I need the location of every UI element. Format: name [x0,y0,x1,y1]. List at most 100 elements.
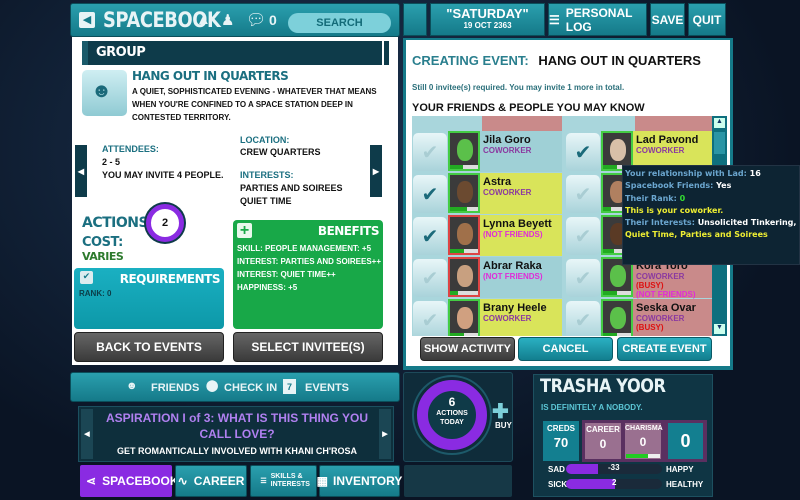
list-icon: ☰ [260,478,267,485]
invite-checkbox[interactable]: ✔ [413,259,447,297]
benefits-list: SKILL: PEOPLE MANAGEMENT: +5 INTEREST: P… [237,242,381,294]
attendees-value: 2 - 5 [102,157,121,167]
friend-avatar[interactable] [448,215,480,255]
friend-row[interactable]: ✔ Jila Goro COWORKER [412,131,562,172]
friends-icon: ☻ [126,380,138,392]
friend-status: COWORKER [483,314,559,323]
friend-name: Jila Goro [483,134,531,146]
select-invitees-button[interactable]: SELECT INVITEE(S) [233,332,383,362]
aspiration-goal: GET ROMANTICALLY INVOLVED WITH KHANI CH'… [117,446,357,456]
career-path-icon: ∿ [177,474,188,488]
mood-bar: -33 [566,464,662,474]
interests-label: INTERESTS: [240,170,294,180]
next-aspiration-button[interactable]: ▶ [379,409,391,459]
invite-checkbox[interactable]: ✔ [413,133,447,171]
location-value: CREW QUARTERS [240,147,321,157]
friend-avatar[interactable] [448,173,480,213]
back-to-events-button[interactable]: BACK TO EVENTS [74,332,224,362]
quit-button[interactable]: QUIT [688,3,726,36]
rocket-icon[interactable]: ▲ [196,11,211,28]
friend-status-text: COWORKER [636,146,685,155]
scroll-thumb[interactable] [714,132,725,154]
nav-events[interactable]: EVENTS [305,382,349,394]
show-activity-button[interactable]: SHOW ACTIVITY [420,337,515,361]
charisma-box: CHARISMA 0 [625,423,663,459]
friend-status: COWORKER [483,146,559,155]
charisma-label: CHARISMA [625,425,663,432]
tooltip-rel-label: Your relationship with Lad: [625,169,747,178]
friend-status-text: COWORKER [483,146,532,155]
creating-event-heading: CREATING EVENT: HANG OUT IN QUARTERS [412,53,701,68]
scroll-down-arrow-icon[interactable]: ▼ [714,324,725,334]
friend-row[interactable]: ✔ Lynna Beyett (NOT FRIENDS) [412,215,562,256]
benefit-item: SKILL: PEOPLE MANAGEMENT: +5 [237,244,372,253]
friend-avatar[interactable] [448,257,480,297]
invite-checkbox[interactable]: ✔ [566,259,600,297]
actions-count: 6 [448,395,456,409]
requirements-title: REQUIREMENTS [119,272,221,286]
tooltip-interests-label: Their Interests: [625,218,695,228]
invite-checkbox[interactable]: ✔ [566,217,600,255]
tooltip-rank-label: Their Rank: [625,193,677,203]
category-label: GROUP [96,45,146,60]
invite-checkbox[interactable]: ✔ [566,133,600,171]
friend-avatar[interactable] [601,299,633,336]
prev-aspiration-button[interactable]: ◀ [81,409,93,459]
tooltip-rank-value: 0 [679,193,686,203]
aspiration-panel: ◀ ▶ ASPIRATION I of 3: WHAT IS THIS THIN… [78,406,394,462]
tooltip-friends-label: Spacebook Friends: [625,181,714,191]
category-bar: GROUP [82,41,382,65]
friend-info: Brany Heele COWORKER [480,299,562,336]
date-display: "SATURDAY" 19 OCT 2363 [430,3,545,36]
invite-checkbox[interactable]: ✔ [566,175,600,213]
interest-item: PARTIES AND SOIREES [240,183,343,193]
friend-row[interactable]: ✔ Astra COWORKER [412,173,562,214]
invite-checkbox[interactable]: ✔ [413,175,447,213]
nav-friends[interactable]: FRIENDS [151,382,199,394]
buy-button[interactable]: BUY [495,421,512,430]
requirement-item: RANK: 0 [79,289,112,298]
friend-status: (NOT FRIENDS) [483,230,559,239]
next-event-button[interactable]: ▶ [370,145,382,197]
friend-status: (NOT FRIENDS) [483,272,559,281]
invite-checkbox[interactable]: ✔ [413,301,447,336]
cancel-button[interactable]: CANCEL [518,337,613,361]
friend-row[interactable]: ✔ Seska Ovar COWORKER (BUSY) [565,299,712,336]
friend-info: Lynna Beyett (NOT FRIENDS) [480,215,562,256]
personal-log-button[interactable]: ☰ PERSONAL LOG [548,3,647,36]
alien-icon[interactable]: ♟ [221,11,234,29]
friend-status-text: (NOT FRIENDS) [483,272,543,281]
invite-checkbox[interactable]: ✔ [566,301,600,336]
cost-value: VARIES [82,250,124,263]
friend-avatar[interactable] [448,131,480,171]
prev-event-button[interactable]: ◀ [75,145,87,197]
tab-skills-interests[interactable]: ☰ SKILLS & INTERESTS [250,465,317,497]
tab-career[interactable]: ∿ CAREER [175,465,247,497]
event-detail-panel: GROUP ☻ HANG OUT IN QUARTERS A QUIET, SO… [72,37,398,365]
save-button[interactable]: SAVE [650,3,685,36]
health-low-label: SICK [548,480,568,489]
today-label: TODAY [440,419,464,426]
tab-inventory[interactable]: ▦ INVENTORY [317,465,402,497]
character-panel: TRASHA YOOR IS DEFINITELY A NOBODY. CRED… [533,374,713,497]
friend-avatar[interactable] [448,299,480,336]
search-button[interactable]: SEARCH [288,13,391,33]
invite-note: YOU MAY INVITE 4 PEOPLE. [102,170,224,180]
friend-status-text: COWORKER [636,314,685,323]
back-arrow-icon[interactable]: ◀ [79,12,95,28]
benefit-item: INTEREST: PARTIES AND SOIREES++ [237,257,382,266]
chat-bubble-icon[interactable]: 💬︎ [246,10,266,30]
tab-spacebook[interactable]: ⋖ SPACEBOOK [80,465,179,497]
friend-status-text: COWORKER [483,188,532,197]
scroll-up-arrow-icon[interactable]: ▲ [714,118,725,128]
list-icon: ☰ [549,12,560,27]
date-label: 19 OCT 2363 [463,21,512,30]
friend-row[interactable]: ✔ Abrar Raka (NOT FRIENDS) [412,257,562,298]
tooltip-interest: Parties and Soirees [680,230,768,240]
day-label: "SATURDAY" [446,6,529,21]
create-event-button[interactable]: CREATE EVENT [617,337,712,361]
friend-row[interactable]: ✔ Brany Heele COWORKER [412,299,562,336]
plus-icon: + [237,223,252,239]
invite-checkbox[interactable]: ✔ [413,217,447,255]
nav-check-in[interactable]: CHECK IN [224,382,277,394]
